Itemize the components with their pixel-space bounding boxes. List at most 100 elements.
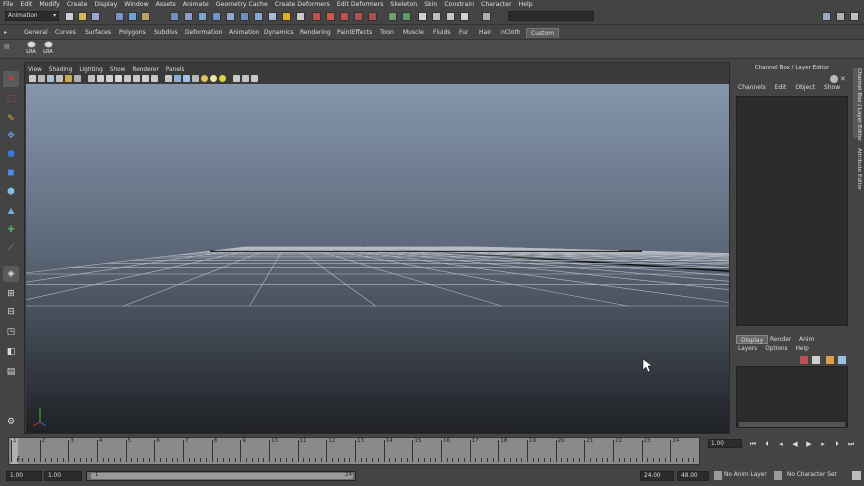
menu-item-create[interactable]: Create [67, 1, 88, 8]
isolate-select-icon[interactable] [233, 75, 240, 82]
panel-menu-shading[interactable]: Shading [49, 67, 73, 73]
toggle-channel-box-icon[interactable] [822, 12, 831, 21]
snap-view-plane-icon[interactable] [354, 12, 363, 21]
menu-item-character[interactable]: Character [481, 1, 512, 8]
menu-item-assets[interactable]: Assets [156, 1, 176, 8]
shelf-tab-dynamics[interactable]: Dynamics [260, 28, 298, 38]
frame-selection-icon[interactable] [251, 75, 258, 82]
shelf-tab-animation[interactable]: Animation [225, 28, 264, 38]
shelf-tab-custom[interactable]: Custom [526, 28, 559, 38]
channel-menu-object[interactable]: Object [795, 84, 815, 94]
menu-item-animate[interactable]: Animate [183, 1, 209, 8]
snap-grid-icon[interactable] [312, 12, 321, 21]
grid-toggle-icon[interactable] [88, 75, 95, 82]
manipulator-tool-icon[interactable]: ⬢ [3, 184, 19, 200]
shadows-icon[interactable] [219, 75, 226, 82]
shelf-tab-rendering[interactable]: Rendering [296, 28, 335, 38]
channel-menu-channels[interactable]: Channels [738, 84, 766, 94]
shelf-tab-general[interactable]: General [20, 28, 52, 38]
field-chart-icon[interactable] [124, 75, 131, 82]
menu-item-modify[interactable]: Modify [39, 1, 60, 8]
scale-tool-icon[interactable]: ◼ [3, 165, 19, 181]
select-rendering-icon[interactable] [254, 12, 263, 21]
menu-item-edit[interactable]: Edit [20, 1, 32, 8]
input-output-icon[interactable] [388, 12, 397, 21]
shelf-tab-surfaces[interactable]: Surfaces [81, 28, 115, 38]
select-joints-icon[interactable] [184, 12, 193, 21]
character-set-selector[interactable]: No Character Set [787, 472, 837, 478]
menu-item-edit-deformers[interactable]: Edit Deformers [337, 1, 384, 8]
use-all-lights-icon[interactable] [210, 75, 217, 82]
smooth-shade-icon[interactable] [174, 75, 181, 82]
toggle-attribute-editor-icon[interactable] [836, 12, 845, 21]
safe-action-icon[interactable] [133, 75, 140, 82]
shelf-tab-curves[interactable]: Curves [51, 28, 80, 38]
shelf-button-lra-2[interactable]: LRA [41, 41, 55, 58]
menu-item-help[interactable]: Help [519, 1, 533, 8]
select-camera-icon[interactable] [29, 75, 36, 82]
shelf-tab-ncloth[interactable]: nCloth [497, 28, 525, 38]
open-scene-icon[interactable] [78, 12, 87, 21]
grease-pencil-icon[interactable] [74, 75, 81, 82]
rotate-tool-icon[interactable]: ● [3, 146, 19, 162]
paint-select-tool-icon[interactable]: ✎ [3, 111, 19, 127]
persp-outliner-layout-icon[interactable]: ⊟ [3, 304, 19, 320]
gate-mask-icon[interactable] [115, 75, 122, 82]
go-to-start-icon[interactable]: ⏮ [748, 440, 758, 449]
menu-item-skin[interactable]: Skin [424, 1, 437, 8]
show-manipulator-icon[interactable]: ✚ [3, 222, 19, 238]
soft-mod-tool-icon[interactable]: ⛰ [3, 204, 19, 220]
step-forward-icon[interactable]: ⏵ [832, 440, 842, 449]
bookmark-icon[interactable] [47, 75, 54, 82]
select-handles-icon[interactable] [170, 12, 179, 21]
shelf-tab-muscle[interactable]: Muscle [399, 28, 428, 38]
go-to-end-icon[interactable]: ⏭ [846, 440, 856, 449]
new-layer-selected-icon[interactable] [812, 356, 820, 364]
single-perspective-layout-icon[interactable]: ◈ [3, 266, 19, 282]
channel-menu-edit[interactable]: Edit [775, 84, 787, 94]
layers-menu-layers[interactable]: Layers [738, 346, 757, 355]
select-curves-icon[interactable] [198, 12, 207, 21]
four-view-layout-icon[interactable]: ⊞ [3, 286, 19, 302]
layer-list-scrollbar[interactable] [739, 422, 845, 427]
select-hierarchy-icon[interactable] [115, 12, 124, 21]
use-default-light-icon[interactable] [201, 75, 208, 82]
shelf-tab-deformation[interactable]: Deformation [181, 28, 226, 38]
outliner-layout-icon[interactable]: ▤ [3, 364, 19, 380]
select-dynamics-icon[interactable] [240, 12, 249, 21]
shelf-tab-fur[interactable]: Fur [455, 28, 472, 38]
hypershade-layout-icon[interactable]: ◧ [3, 344, 19, 360]
playback-range-bar[interactable]: 1 24 [86, 471, 356, 481]
wireframe-shading-icon[interactable] [165, 75, 172, 82]
menu-item-display[interactable]: Display [94, 1, 117, 8]
minimize-icon[interactable]: ✕ [840, 75, 848, 83]
lock-selection-icon[interactable] [282, 12, 291, 21]
resolution-gate-icon[interactable] [106, 75, 113, 82]
menu-set-selector[interactable]: Animation ▾ [5, 11, 59, 21]
shelf-tab-fluids[interactable]: Fluids [429, 28, 455, 38]
playback-start-field[interactable]: 1.00 [44, 471, 82, 481]
xray-icon[interactable] [192, 75, 199, 82]
play-backwards-icon[interactable]: ◀ [790, 440, 800, 449]
input-mode-icon[interactable] [482, 12, 491, 21]
start-time-field[interactable]: 1.00 [6, 471, 42, 481]
channel-menu-show[interactable]: Show [824, 84, 840, 94]
shelf-tab-hair[interactable]: Hair [475, 28, 495, 38]
shelf-tab-polygons[interactable]: Polygons [115, 28, 150, 38]
playback-range-handle[interactable]: 1 24 [91, 472, 353, 479]
quick-input-field[interactable] [508, 11, 594, 21]
shelf-menu-icon[interactable]: ▤ [4, 43, 14, 57]
camera-attributes-icon[interactable] [38, 75, 45, 82]
animation-preferences-icon[interactable] [852, 471, 861, 480]
new-layer-icon[interactable] [800, 356, 808, 364]
two-d-pan-zoom-icon[interactable] [65, 75, 72, 82]
panel-options-icon[interactable]: ⚙ [3, 414, 19, 430]
hud-icon[interactable] [151, 75, 158, 82]
snap-point-icon[interactable] [340, 12, 349, 21]
step-back-key-icon[interactable]: ◂ [776, 440, 786, 449]
channel-list[interactable] [736, 96, 848, 326]
perspective-viewport[interactable] [26, 84, 729, 433]
shelf-tab-subdivs[interactable]: Subdivs [150, 28, 182, 38]
current-frame-field[interactable]: 1.00 [708, 439, 742, 448]
tab-attribute-editor[interactable]: Attribute Editor [853, 144, 862, 194]
